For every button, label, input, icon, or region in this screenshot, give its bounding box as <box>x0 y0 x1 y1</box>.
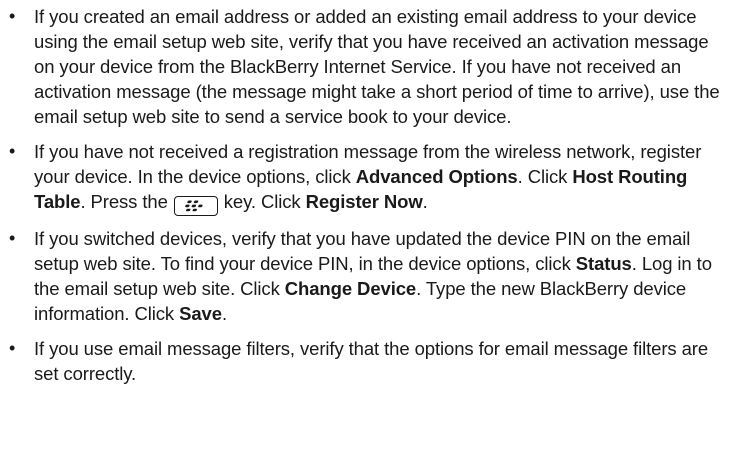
list-item-switched-devices: • If you switched devices, verify that y… <box>0 226 721 326</box>
item-text: . <box>422 191 428 212</box>
bullet-marker: • <box>9 228 16 248</box>
item-text: key. Click <box>223 191 306 212</box>
bullet-marker: • <box>9 338 16 358</box>
list-item-activation: • If you created an email address or add… <box>0 4 721 129</box>
bullet-marker: • <box>9 6 16 26</box>
item-text: . <box>221 303 227 324</box>
blackberry-menu-key-icon <box>173 196 218 216</box>
bullet-marker: • <box>9 141 16 161</box>
item-text: . Click <box>517 166 573 187</box>
list-item-filters: • If you use email message filters, veri… <box>0 336 721 386</box>
troubleshooting-list: • If you created an email address or add… <box>0 4 721 386</box>
register-now-label: Register Now <box>305 191 423 212</box>
status-label: Status <box>575 253 632 274</box>
save-label: Save <box>179 303 222 324</box>
item-text: If you use email message filters, verify… <box>34 338 709 384</box>
change-device-label: Change Device <box>284 278 417 299</box>
document-page: • If you created an email address or add… <box>0 0 731 456</box>
list-item-registration: • If you have not received a registratio… <box>0 139 721 216</box>
item-text: . Press the <box>80 191 168 212</box>
advanced-options-label: Advanced Options <box>355 166 518 187</box>
item-text: If you created an email address or added… <box>34 6 720 127</box>
